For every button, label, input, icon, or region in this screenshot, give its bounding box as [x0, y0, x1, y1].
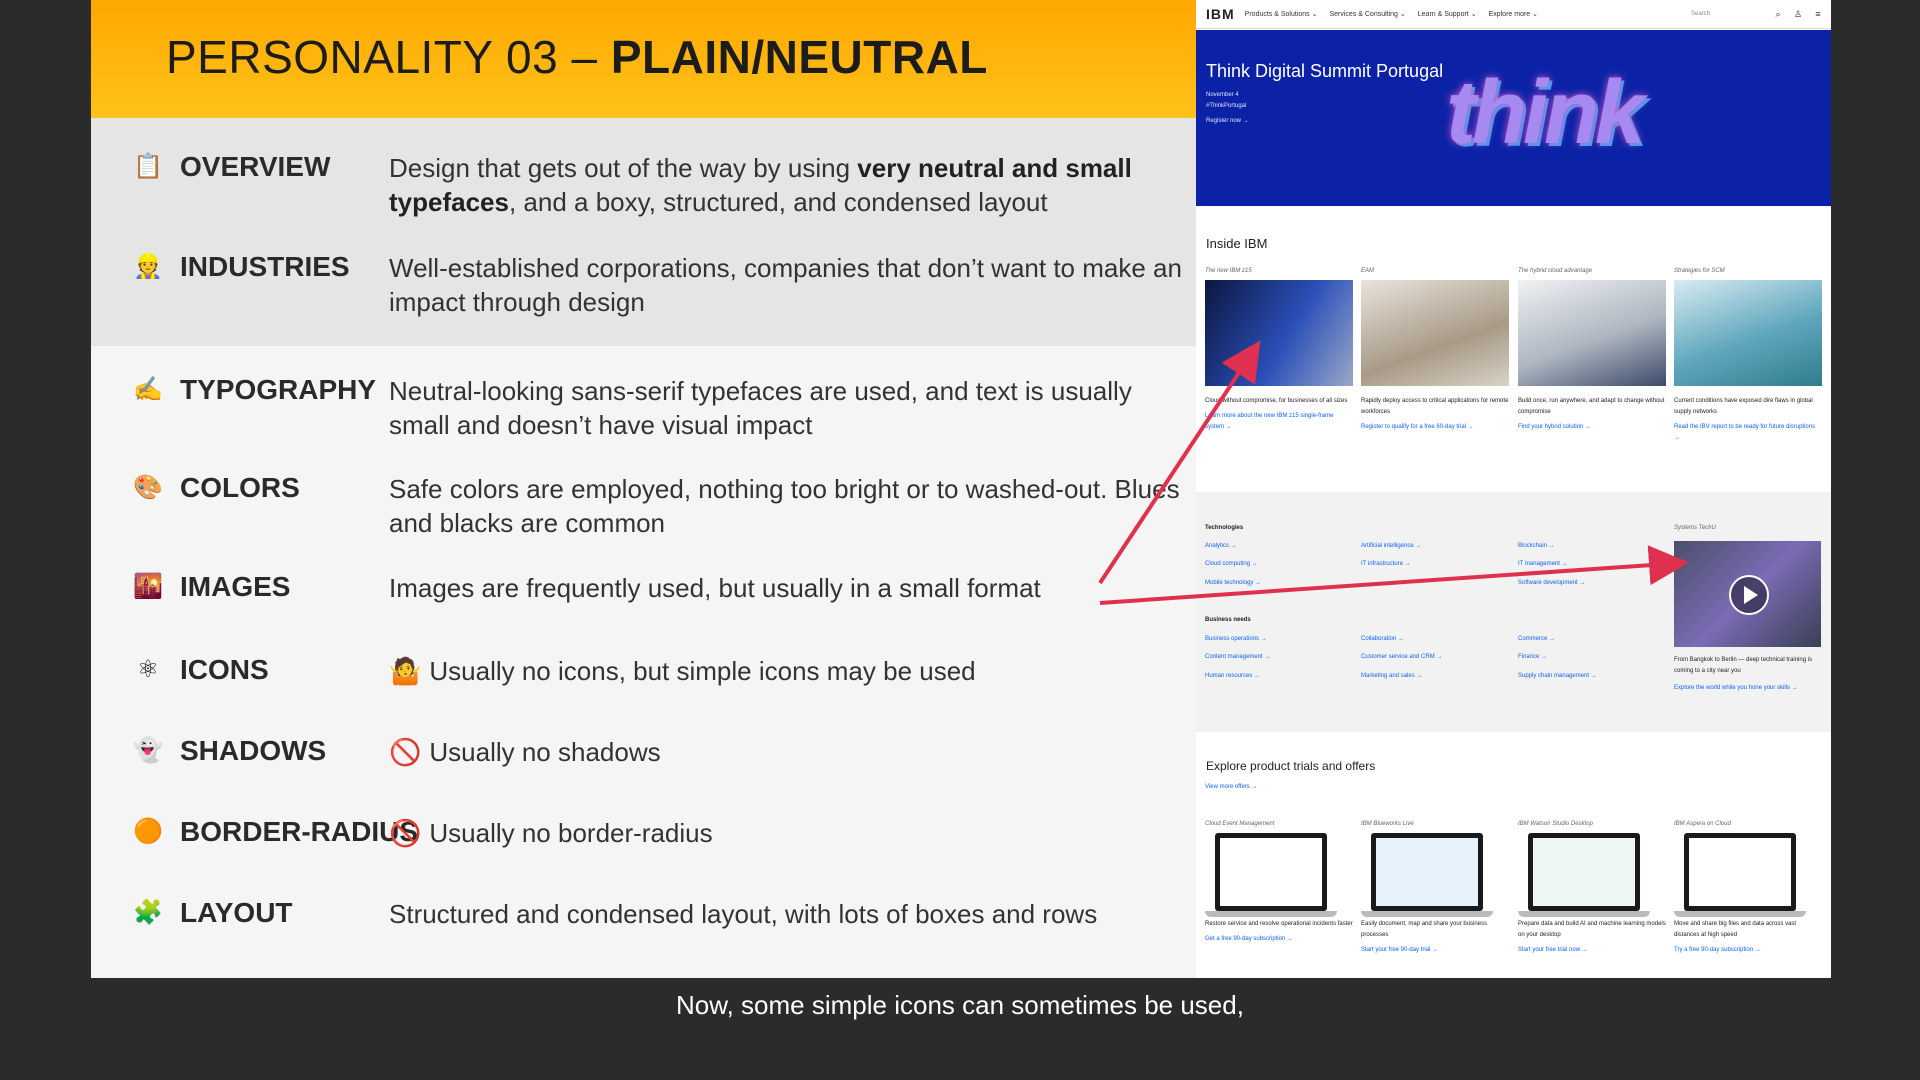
video-subtitle: Now, some simple icons can sometimes be …: [676, 990, 1244, 1020]
arrow-to-image-tile: [1098, 340, 1261, 585]
arrow-to-video-thumbnail: [1099, 545, 1689, 605]
slide: PERSONALITY 03 – PLAIN/NEUTRAL 📋 OVERVIE…: [91, 0, 1831, 978]
annotation-arrows: [1098, 340, 1689, 605]
udemy-watermark: Udemy: [1760, 948, 1824, 970]
